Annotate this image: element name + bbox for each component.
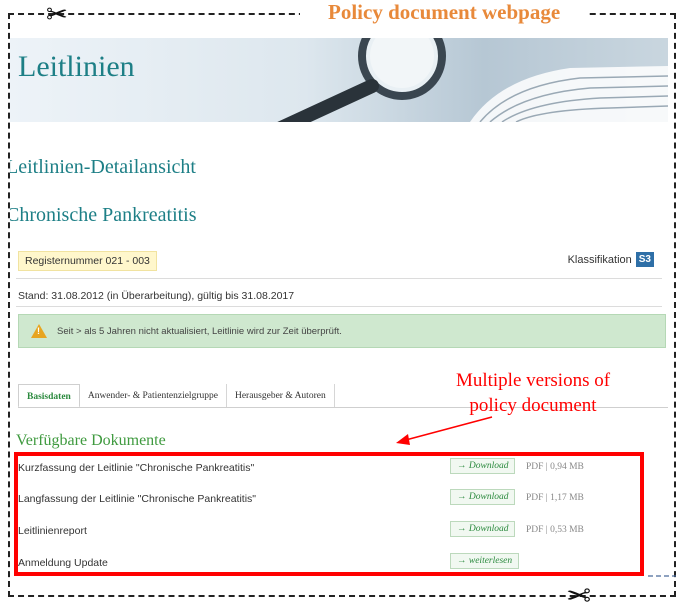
alert-text: Seit > als 5 Jahren nicht aktualisiert, … [57,325,342,337]
registry-number: Registernummer 021 - 003 [18,251,157,271]
classification: Klassifikation S3 [568,252,654,267]
annotation-line: Multiple versions of [455,370,611,391]
scissors-icon: ✂ [46,0,68,30]
section-title: Verfügbare Dokumente [16,432,166,449]
page-title: Chronische Pankreatitis [10,204,197,226]
tab-basisdaten[interactable]: Basisdaten [18,384,80,408]
divider [16,278,662,279]
detail-title: Leitlinien-Detailansicht [10,156,196,178]
annotation-line: policy document [469,395,597,416]
banner: Leitlinien [10,38,668,122]
divider [16,306,662,307]
banner-title: Leitlinien [18,50,135,83]
highlight-box [14,452,644,576]
magnifier-icon [277,38,668,122]
tab-herausgeber-autoren[interactable]: Herausgeber & Autoren [227,384,335,408]
tab-bar: Basisdaten Anwender- & Patientenzielgrup… [18,384,392,408]
annotation-text: Multiple versions of policy document [424,368,642,418]
status-text: Stand: 31.08.2012 (in Überarbeitung), gü… [18,290,295,302]
update-alert: ! Seit > als 5 Jahren nicht aktualisiert… [18,314,666,348]
classification-badge: S3 [635,252,654,267]
tab-anwender-patientenzielgruppe[interactable]: Anwender- & Patientenzielgruppe [80,384,227,408]
warning-icon: ! [31,324,47,338]
frame-label: Policy document webpage [300,0,589,25]
classification-label: Klassifikation [567,253,632,266]
